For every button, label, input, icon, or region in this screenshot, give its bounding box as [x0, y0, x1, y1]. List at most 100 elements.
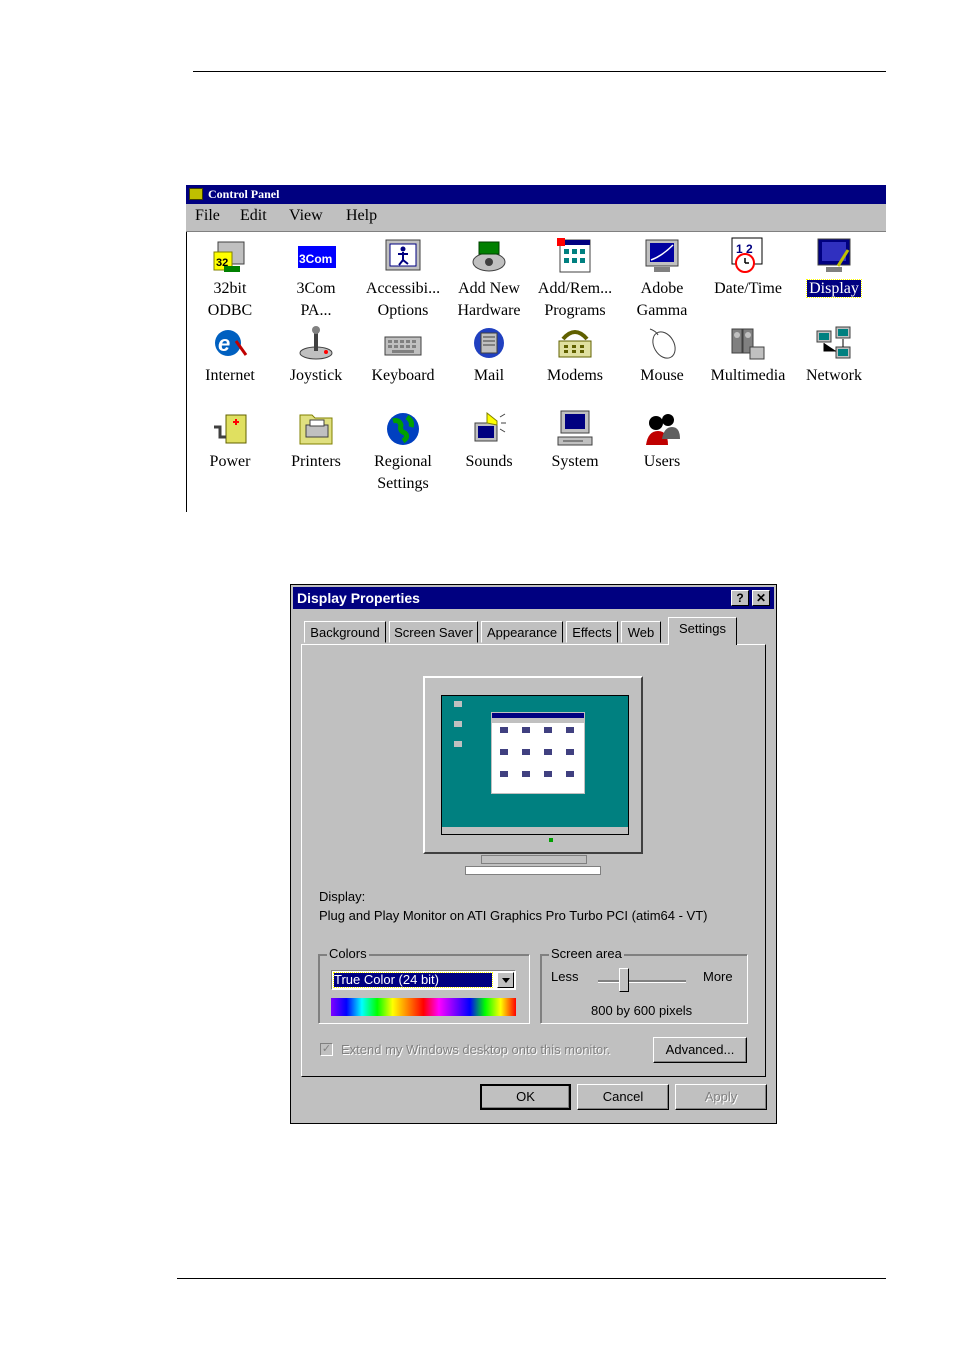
menu-edit[interactable]: Edit [240, 207, 267, 225]
resolution-value: 800 by 600 pixels [591, 1003, 693, 1018]
control-panel-item[interactable]: System [532, 409, 618, 473]
control-panel-item[interactable]: Add New Hardware [446, 236, 532, 322]
multimedia-icon [728, 323, 768, 363]
slider-less-label: Less [551, 969, 579, 984]
control-panel-item-label: Accessibi... Options [365, 280, 441, 319]
control-panel-item[interactable]: Printers [273, 409, 359, 473]
monitor-neck [481, 855, 587, 864]
advanced-button-label: Advanced... [665, 1042, 735, 1057]
control-panel-item-label: Joystick [289, 367, 343, 384]
monitor-base [465, 866, 601, 875]
apply-button-label: Apply [704, 1089, 738, 1104]
screen-area-slider-thumb[interactable] [619, 968, 629, 992]
control-panel-item[interactable]: 32 32bit ODBC [187, 236, 273, 322]
control-panel-item[interactable]: Network [791, 323, 877, 387]
control-panel-item-label: Adobe Gamma [636, 280, 688, 319]
mail-icon [469, 323, 509, 363]
tab-screen-saver[interactable]: Screen Saver [389, 621, 478, 643]
computer-icon [555, 409, 595, 449]
control-panel-item[interactable]: Joystick [273, 323, 359, 387]
apply-button[interactable]: Apply [675, 1084, 767, 1110]
control-panel-item-label: Add New Hardware [457, 280, 521, 319]
network-icon [814, 323, 854, 363]
control-panel-window: Control Panel File Edit View Help 32 32bi… [186, 185, 886, 512]
globe-icon [383, 409, 423, 449]
control-panel-item-label: Internet [205, 367, 255, 384]
control-panel-item-label: Display [806, 279, 862, 298]
control-panel-item[interactable]: Regional Settings [360, 409, 446, 495]
control-panel-item[interactable]: Mouse [619, 323, 705, 387]
chevron-down-icon[interactable] [497, 972, 514, 988]
accessibility-icon [383, 236, 423, 276]
cancel-button[interactable]: Cancel [577, 1084, 669, 1110]
cancel-button-label: Cancel [602, 1089, 644, 1104]
control-panel-item[interactable]: Add/Rem... Programs [532, 236, 618, 322]
mouse-icon [642, 323, 682, 363]
control-panel-item[interactable]: Modems [532, 323, 618, 387]
control-panel-titlebar[interactable]: Control Panel [186, 185, 886, 204]
close-button[interactable]: ✕ [752, 590, 770, 606]
dialog-titlebar[interactable]: Display Properties ? ✕ [293, 587, 774, 609]
date-time-icon: 1 2 [728, 236, 768, 276]
menu-help[interactable]: Help [346, 207, 377, 225]
control-panel-item[interactable]: e Internet [187, 323, 273, 387]
colors-dropdown-value: True Color (24 bit) [333, 972, 493, 988]
control-panel-item-label: Mouse [640, 367, 684, 384]
control-panel-item[interactable]: Sounds [446, 409, 532, 473]
control-panel-item[interactable]: Users [619, 409, 705, 473]
ok-button-label: OK [516, 1089, 535, 1104]
desktop-preview-icons [452, 701, 464, 761]
menu-file[interactable]: File [195, 207, 220, 225]
joystick-icon [296, 323, 336, 363]
control-panel-item-label: 3Com PA... [296, 280, 336, 319]
control-panel-item[interactable]: Accessibi... Options [360, 236, 446, 322]
control-panel-item-label: Keyboard [371, 367, 435, 384]
monitor-preview [423, 676, 643, 854]
tab-effects[interactable]: Effects [566, 621, 618, 643]
speaker-icon [469, 409, 509, 449]
control-panel-item[interactable]: 1 2 Date/Time [705, 236, 791, 300]
advanced-button[interactable]: Advanced... [653, 1037, 747, 1063]
svg-text:3Com: 3Com [299, 252, 332, 266]
control-panel-item[interactable]: Keyboard [360, 323, 446, 387]
dialog-title: Display Properties [297, 590, 420, 606]
control-panel-item[interactable]: Power [187, 409, 273, 473]
colors-dropdown[interactable]: True Color (24 bit) [331, 970, 516, 990]
printer-icon [296, 409, 336, 449]
control-panel-item-label: Add/Rem... Programs [537, 280, 613, 319]
users-icon [642, 409, 682, 449]
control-panel-item[interactable]: Multimedia [705, 323, 791, 387]
control-panel-item-label: Date/Time [714, 280, 782, 297]
tab-settings[interactable]: Settings [668, 617, 737, 645]
modem-icon [555, 323, 595, 363]
control-panel-item[interactable]: 3Com 3Com PA... [273, 236, 359, 322]
preview-icons [500, 727, 574, 777]
extend-desktop-checkbox[interactable]: ✓ [320, 1043, 333, 1056]
tab-background[interactable]: Background [304, 621, 386, 643]
control-panel-item[interactable]: Display [791, 236, 877, 300]
display-label: Display: [319, 889, 366, 904]
control-panel-item-label: Modems [547, 367, 603, 384]
top-rule [193, 71, 886, 72]
power-led-icon [549, 838, 553, 842]
menu-view[interactable]: View [289, 207, 323, 225]
control-panel-item-label: 32bit ODBC [207, 280, 253, 319]
menubar: File Edit View Help [186, 204, 886, 232]
control-panel-item-label: System [551, 453, 599, 470]
tab-web[interactable]: Web [621, 621, 661, 643]
help-button[interactable]: ? [731, 590, 749, 606]
control-panel-item-label: Network [806, 367, 862, 384]
control-panel-item-label: Printers [291, 453, 341, 470]
keyboard-icon [383, 323, 423, 363]
screen-area-slider-track[interactable] [598, 980, 686, 983]
taskbar-preview [442, 827, 628, 834]
internet-icon: e [210, 323, 250, 363]
control-panel-item-label: Mail [473, 367, 505, 384]
tab-appearance[interactable]: Appearance [481, 621, 563, 643]
control-panel-item[interactable]: Adobe Gamma [619, 236, 705, 322]
control-panel-item[interactable]: Mail [446, 323, 532, 387]
add-remove-programs-icon [555, 236, 595, 276]
screen-area-group: Screen area Less More 800 by 600 pixels [540, 946, 748, 1024]
control-panel-item-label: Power [209, 453, 251, 470]
ok-button[interactable]: OK [480, 1084, 571, 1110]
